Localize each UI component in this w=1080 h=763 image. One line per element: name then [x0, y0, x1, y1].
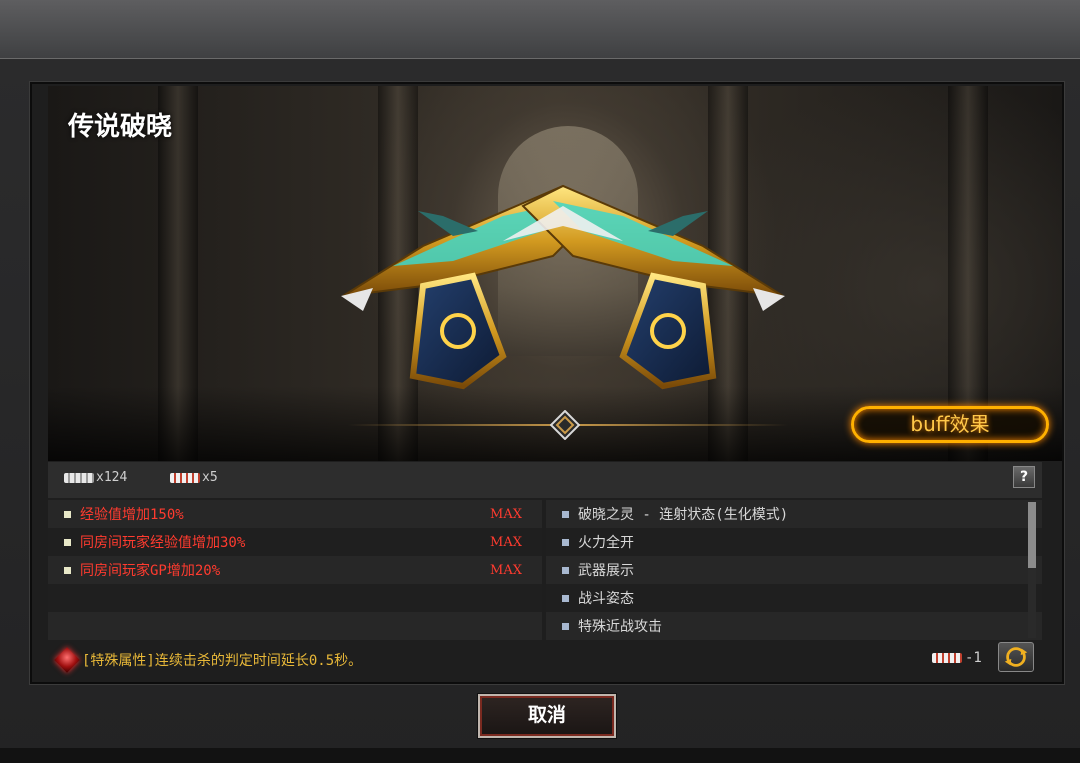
bullet-icon [562, 594, 569, 602]
bullet-icon [562, 622, 569, 630]
list-item: 武器展示 [546, 556, 1042, 584]
window-top-bar [0, 0, 1080, 58]
ticket-count-label: x5 [202, 470, 218, 485]
cancel-button[interactable]: 取消 [478, 694, 616, 738]
list-item-empty [48, 612, 542, 640]
weapon-showcase: 传说破晓 buff效果 [48, 86, 1062, 461]
max-tag: MAX [490, 506, 522, 522]
skill-text: 破晓之灵 - 连射状态(生化模式) [578, 507, 789, 523]
refresh-button[interactable] [998, 642, 1034, 672]
attribute-text: 同房间玩家经验值增加30% [80, 535, 246, 551]
skill-list: 破晓之灵 - 连射状态(生化模式) 火力全开 武器展示 战斗姿态 特殊近战攻击 [546, 500, 1042, 640]
skill-text: 武器展示 [578, 563, 634, 579]
emblem-icon [550, 410, 580, 440]
silver-ticket-icon [64, 472, 94, 483]
list-item: 经验值增加150% MAX [48, 500, 542, 528]
red-ticket-icon [932, 653, 962, 663]
red-ticket-icon [170, 472, 200, 483]
list-item: 火力全开 [546, 528, 1042, 556]
list-item: 破晓之灵 - 连射状态(生化模式) [546, 500, 1042, 528]
bullet-icon [64, 510, 71, 518]
skill-text: 战斗姿态 [578, 591, 634, 607]
attribute-list: 经验值增加150% MAX 同房间玩家经验值增加30% MAX 同房间玩家GP增… [48, 500, 542, 640]
special-attribute-text: [特殊属性]连续击杀的判定时间延长0.5秒。 [82, 653, 363, 669]
max-tag: MAX [490, 534, 522, 550]
list-item-empty [48, 584, 542, 612]
list-item: 同房间玩家经验值增加30% MAX [48, 528, 542, 556]
help-button[interactable]: ? [1013, 466, 1035, 488]
attribute-text: 同房间玩家GP增加20% [80, 563, 221, 579]
list-item: 战斗姿态 [546, 584, 1042, 612]
weapon-detail-dialog: 传说破晓 buff效果 x124 x5 ? 经验值增加150% MAX 同房间玩… [30, 82, 1064, 684]
ticket-bar: x124 x5 ? [48, 462, 1042, 498]
weapon-title: 传说破晓 [68, 112, 173, 142]
bullet-icon [562, 538, 569, 546]
attribute-text: 经验值增加150% [80, 507, 184, 523]
bullet-icon [64, 566, 71, 574]
list-item: 同房间玩家GP增加20% MAX [48, 556, 542, 584]
ticket-count-red: x5 [170, 470, 218, 485]
ticket-count-silver: x124 [64, 470, 127, 485]
bullet-icon [64, 538, 71, 546]
skill-text: 火力全开 [578, 535, 634, 551]
skill-text: 特殊近战攻击 [578, 619, 662, 635]
list-item: 特殊近战攻击 [546, 612, 1042, 640]
max-tag: MAX [490, 562, 522, 578]
scrollbar-thumb[interactable] [1028, 502, 1036, 568]
buff-effect-button[interactable]: buff效果 [851, 406, 1049, 443]
bullet-icon [562, 510, 569, 518]
bottom-strip [0, 748, 1080, 763]
skill-list-scrollbar[interactable] [1028, 502, 1036, 638]
dual-pistol-image [341, 184, 785, 390]
ticket-count-label: x124 [96, 470, 128, 485]
bullet-icon [562, 566, 569, 574]
red-gem-icon [54, 647, 80, 673]
cost-label: -1 [965, 650, 982, 666]
refresh-cost: -1 [932, 650, 982, 666]
special-attribute: [特殊属性]连续击杀的判定时间延长0.5秒。 [54, 647, 363, 673]
